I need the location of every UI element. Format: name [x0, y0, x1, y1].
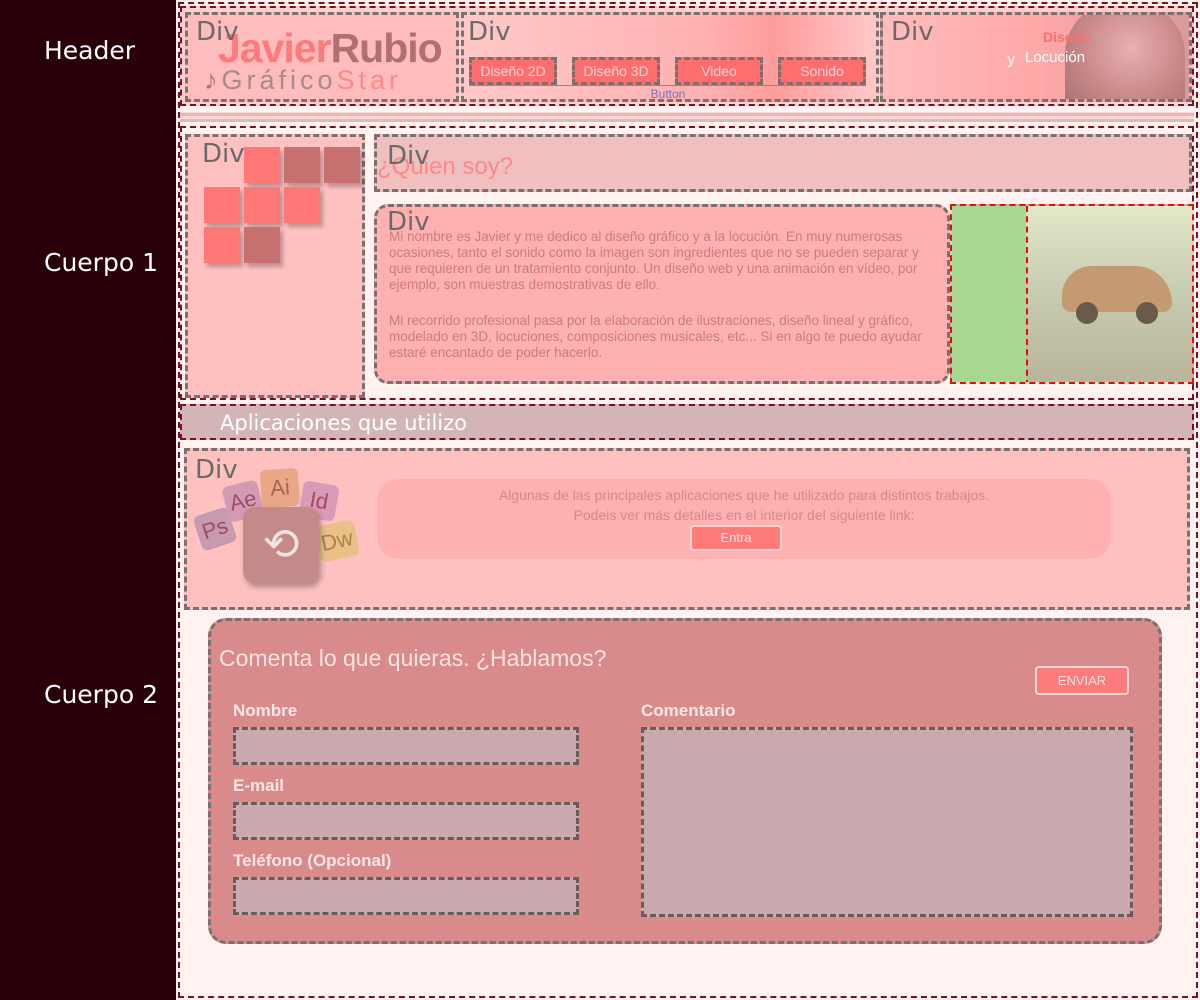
- header-separator: [180, 112, 1194, 122]
- about-title-container: Div ¿Quien soy?: [374, 134, 1192, 192]
- 3dsmax-icon: ⟲: [243, 507, 319, 583]
- tile: [284, 187, 320, 223]
- nav-caption: Button: [650, 87, 686, 101]
- email-label: E-mail: [233, 776, 285, 795]
- div-tag: Div: [387, 141, 430, 171]
- phone-label: Teléfono (Opcional): [233, 851, 392, 870]
- apps-heading-bar: Aplicaciones que utilizo: [180, 404, 1194, 440]
- nav-item-video[interactable]: Video: [675, 57, 763, 85]
- sidebar-label-header: Header: [44, 36, 136, 65]
- tile: [204, 187, 240, 223]
- nav-item-diseno-3d[interactable]: Diseño 3D: [572, 57, 660, 85]
- tiles-container: Div: [185, 134, 365, 398]
- about-paragraph-1: Mi nombre es Javier y me dedico al diseñ…: [389, 229, 919, 292]
- apps-line-1: Algunas de las principales aplicaciones …: [498, 487, 990, 503]
- div-tag: Div: [202, 139, 245, 169]
- entra-button[interactable]: Entra: [690, 525, 782, 551]
- email-field[interactable]: [233, 802, 579, 840]
- car-photo: [950, 204, 1194, 384]
- apps-line-2: Podeis ver más detalles en el interior d…: [573, 507, 915, 523]
- logo-subtitle: ♪GráficoStar: [204, 65, 402, 96]
- header-word-y: y: [1007, 51, 1016, 68]
- div-tag: Div: [891, 17, 934, 47]
- photo-green-panel: [952, 206, 1026, 382]
- tile: [244, 227, 280, 263]
- logo-guitar-icon: ♪: [204, 65, 222, 95]
- apps-container: Div Ps Ae Ai Id Dw ⟲ Algunas de las prin…: [184, 448, 1190, 610]
- sidebar-label-cuerpo-1: Cuerpo 1: [44, 248, 158, 277]
- header-word-diseno: Diseño: [1043, 29, 1090, 45]
- header-word-locucion: Locución: [1025, 49, 1086, 66]
- logo-sub-second: Star: [336, 65, 403, 95]
- nav-underline: [469, 85, 866, 86]
- tile: [284, 147, 320, 183]
- div-tag: Div: [468, 17, 511, 47]
- comment-label: Comentario: [641, 701, 736, 720]
- enviar-button[interactable]: ENVIAR: [1035, 666, 1129, 695]
- illustrator-icon: Ai: [259, 467, 301, 509]
- tile: [324, 147, 360, 183]
- apps-info-panel: Algunas de las principales aplicaciones …: [377, 479, 1111, 559]
- div-tag: Div: [387, 207, 430, 237]
- nav-item-diseno-2d[interactable]: Diseño 2D: [469, 57, 557, 85]
- about-text-container: Div Mi nombre es Javier y me dedico al d…: [374, 204, 950, 384]
- dreamweaver-icon: Dw: [313, 519, 361, 563]
- phone-field[interactable]: [233, 877, 579, 915]
- form-title: Comenta lo que quieras. ¿Hablamos?: [219, 645, 607, 671]
- div-tag: Div: [196, 17, 239, 47]
- tile: [204, 227, 240, 263]
- header-photo-container: Div Diseño y Locución: [880, 12, 1192, 102]
- logo-sub-first: Gráfico: [221, 65, 337, 95]
- comment-form: Comenta lo que quieras. ¿Hablamos? ENVIA…: [208, 618, 1162, 944]
- photo-divider: [1026, 206, 1028, 382]
- car-wheel: [1076, 302, 1098, 324]
- body1-section: Div Div ¿Quien soy? Div Mi nombre es Jav…: [180, 126, 1194, 400]
- tile: [244, 147, 280, 183]
- apps-heading: Aplicaciones que utilizo: [220, 411, 468, 435]
- tile: [244, 187, 280, 223]
- sidebar-label-cuerpo-2: Cuerpo 2: [44, 680, 158, 709]
- sidebar: Header Cuerpo 1 Cuerpo 2: [0, 0, 176, 1000]
- name-field[interactable]: [233, 727, 579, 765]
- logo-container: Div JavierRubio ♪GráficoStar: [185, 12, 459, 102]
- nav-item-sonido[interactable]: Sonido: [778, 57, 866, 85]
- nav-container: Div Diseño 2D Diseño 3D Video Sonido But…: [461, 12, 879, 102]
- comment-textarea[interactable]: [641, 727, 1133, 917]
- div-tag: Div: [195, 455, 238, 485]
- name-label: Nombre: [233, 701, 298, 720]
- about-paragraph-2: Mi recorrido profesional pasa por la ela…: [389, 313, 922, 360]
- car-wheel: [1136, 302, 1158, 324]
- header-section: Div JavierRubio ♪GráficoStar Div Diseño …: [180, 6, 1194, 106]
